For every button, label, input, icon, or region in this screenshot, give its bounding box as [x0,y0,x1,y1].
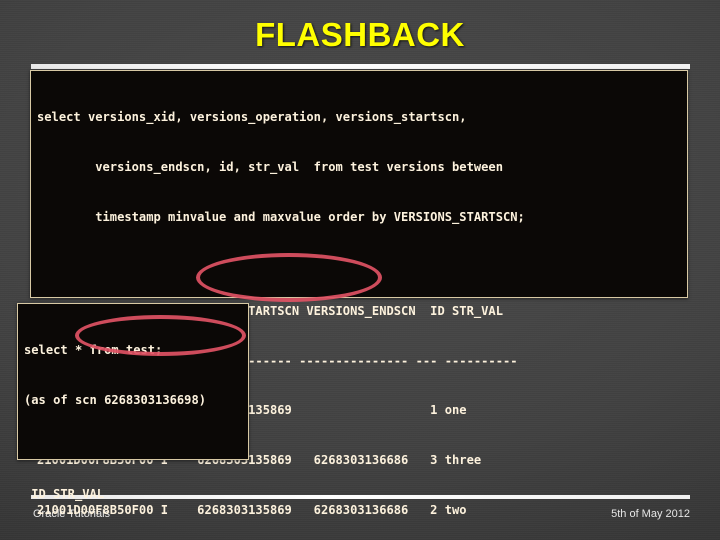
sql-query-line: versions_endscn, id, str_val from test v… [37,159,503,174]
sql-query-line: timestamp minvalue and maxvalue order by… [37,209,525,224]
results-separator-row: --- ---------- [24,536,248,540]
sql-versions-query-block: select versions_xid, versions_operation,… [30,70,688,517]
sql-query-line: select * from test; [24,343,163,358]
sql-select-test-block: select * from test; (as of scn 626830313… [17,303,249,540]
results-header-row: ID STR_VAL [24,486,105,501]
sql-query-line: select versions_xid, versions_operation,… [37,110,467,125]
slide: FLASHBACK select versions_xid, versions_… [0,0,720,540]
divider-top [31,64,690,69]
page-title: FLASHBACK [255,16,465,53]
sql-scn-annotation-line: (as of scn 6268303136698) [24,392,207,407]
